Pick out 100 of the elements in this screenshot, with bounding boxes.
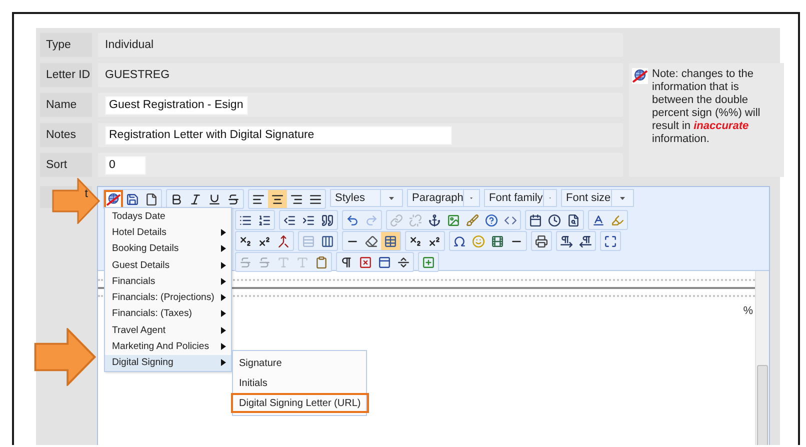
- outdent-icon: [283, 214, 296, 226]
- subscript-icon: [409, 234, 422, 248]
- panel-icon: [378, 256, 391, 268]
- menu-item-label: Booking Details: [112, 243, 179, 254]
- image-icon: [447, 214, 460, 226]
- smiley-icon: [472, 234, 485, 248]
- note-text: Note: changes to the information that is between the double percent sign (%%) will result in inaccurate information.: [652, 68, 762, 146]
- pilcrow-left-icon: [579, 234, 592, 248]
- field-label: Type: [40, 33, 92, 57]
- submenu-caret-icon: [221, 262, 226, 269]
- square-plus-icon: [422, 256, 435, 268]
- field-label: Sort: [40, 153, 92, 177]
- field-value: GUESTREG: [105, 69, 170, 81]
- document-icon: [145, 192, 158, 206]
- calendar-icon: [529, 214, 542, 226]
- align-left-icon: [252, 192, 265, 206]
- dropdown[interactable]: Styles: [330, 189, 403, 207]
- toolbar-button[interactable]: [268, 190, 287, 208]
- quote-icon: [321, 214, 334, 226]
- submenu-caret-icon: [221, 343, 226, 350]
- table-rows-icon: [302, 234, 315, 248]
- field-label: Letter ID: [40, 63, 92, 87]
- scrollbar[interactable]: [755, 271, 769, 445]
- clipboard-icon: [315, 256, 328, 268]
- menu-item-label: Financials: (Projections): [112, 292, 214, 304]
- menu-item[interactable]: Digital Signing Letter (URL): [231, 393, 369, 413]
- italic-icon: [189, 192, 202, 206]
- pilcrow-right-icon: [560, 234, 573, 248]
- letter-icon: [296, 256, 309, 268]
- menu-item[interactable]: Financials: (Taxes): [105, 306, 231, 322]
- menu-item[interactable]: Digital Signing: [105, 354, 231, 371]
- submenu-caret-icon: [221, 359, 226, 366]
- menu-item-label: Marketing And Policies: [112, 341, 210, 352]
- undo-icon: [346, 214, 359, 226]
- link-icon: [390, 214, 403, 226]
- menu-item-label: Financials: (Taxes): [112, 308, 192, 320]
- superscript-icon: [428, 234, 441, 248]
- menu-item[interactable]: Guest Details: [105, 256, 231, 274]
- text-field[interactable]: 0: [105, 156, 146, 174]
- printer-icon: [535, 234, 548, 248]
- strikethrough-icon: [227, 192, 240, 206]
- menu-item[interactable]: Todays Date: [105, 208, 231, 224]
- table-icon: [384, 234, 397, 248]
- submenu-caret-icon: [221, 310, 226, 318]
- highlighter-icon: [611, 214, 624, 226]
- merge-icon: [277, 234, 290, 248]
- brush-icon: [466, 214, 479, 226]
- menu-item-label: Guest Details: [112, 260, 170, 271]
- menu-item[interactable]: Financials: [105, 273, 231, 290]
- menu-item-label: Todays Date: [112, 210, 166, 222]
- table-columns-icon: [321, 234, 334, 248]
- submenu-caret-icon: [221, 294, 226, 302]
- document-search-icon: [567, 214, 580, 226]
- submenu-caret-icon: [221, 245, 226, 252]
- align-center-icon: [271, 192, 284, 206]
- film-icon: [491, 234, 504, 248]
- menu-item[interactable]: Hotel Details: [105, 224, 231, 241]
- align-justify-icon: [309, 192, 322, 206]
- letter-icon: [277, 256, 290, 268]
- text-field[interactable]: Guest Registration - Esign: [105, 96, 248, 114]
- crossed-square-icon: [359, 256, 372, 268]
- dropdown[interactable]: Font family: [484, 189, 557, 207]
- menu-item-label: Hotel Details: [112, 226, 166, 238]
- dropdown[interactable]: Font size: [561, 189, 634, 207]
- help-icon: [485, 214, 498, 226]
- menu-item[interactable]: Financials: (Projections): [105, 289, 231, 306]
- indent-icon: [302, 214, 315, 226]
- menu-item[interactable]: Travel Agent: [105, 322, 231, 338]
- submenu-caret-icon: [221, 228, 226, 236]
- globe-icon: [632, 68, 648, 84]
- unlink-icon: [409, 214, 422, 226]
- bold-icon: [170, 192, 183, 206]
- clock-icon: [548, 214, 561, 226]
- menu-item-label: Travel Agent: [112, 324, 166, 336]
- menu-item[interactable]: Booking Details: [105, 240, 231, 257]
- underline-icon: [208, 192, 221, 206]
- callout-arrow: [52, 178, 100, 224]
- pilcrow-icon: [340, 256, 353, 268]
- field-label: t: [84, 188, 88, 200]
- anchor-icon: [428, 214, 441, 226]
- submenu-caret-icon: [221, 326, 226, 334]
- text-field[interactable]: Registration Letter with Digital Signature: [105, 126, 452, 144]
- field-label: Name: [40, 93, 92, 117]
- subscript-icon: [239, 234, 252, 248]
- content-text: %: [743, 305, 753, 317]
- page-break-icon: [397, 256, 410, 268]
- menu-item[interactable]: Marketing And Policies: [105, 338, 231, 355]
- menu-item[interactable]: Initials: [231, 373, 369, 393]
- field-value: Individual: [105, 39, 154, 51]
- align-right-icon: [290, 192, 303, 206]
- menu-item[interactable]: Signature: [231, 353, 369, 373]
- redo-icon: [365, 214, 378, 226]
- omega-icon: [453, 234, 466, 248]
- dropdown[interactable]: Paragraph: [407, 189, 480, 207]
- menu-item-label: Digital Signing: [112, 357, 174, 368]
- callout-arrow: [34, 328, 96, 386]
- strikethrough-icon: [258, 256, 271, 268]
- fullscreen-icon: [604, 234, 617, 248]
- bullet-list-icon: [239, 214, 252, 226]
- superscript-icon: [258, 234, 271, 248]
